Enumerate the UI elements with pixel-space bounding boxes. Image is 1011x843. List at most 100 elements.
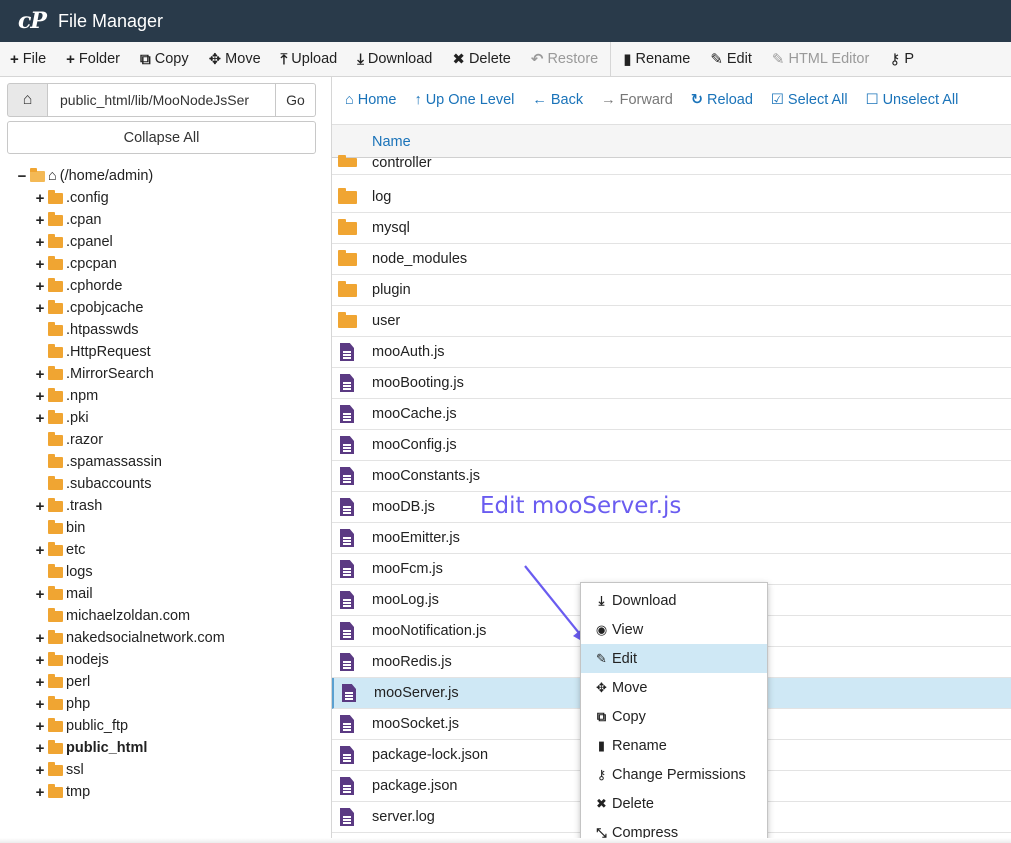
- context-menu-rename[interactable]: ▮ Rename: [581, 731, 767, 760]
- expand-icon[interactable]: +: [34, 740, 46, 757]
- home-path-button[interactable]: ⌂: [7, 83, 48, 117]
- expand-icon[interactable]: +: [34, 234, 46, 251]
- expand-icon[interactable]: +: [34, 696, 46, 713]
- tree-item-cpcpan[interactable]: + .cpcpan: [34, 253, 117, 275]
- table-row[interactable]: controller: [332, 151, 1011, 175]
- expand-icon[interactable]: +: [34, 586, 46, 603]
- tree-item-spamassassin[interactable]: .spamassassin: [34, 451, 162, 473]
- expand-icon[interactable]: +: [34, 366, 46, 383]
- context-menu-edit[interactable]: ✎ Edit: [581, 644, 767, 673]
- tree-item-htpasswds[interactable]: .htpasswds: [34, 319, 139, 341]
- table-row[interactable]: mooBooting.js: [332, 368, 1011, 399]
- expand-icon[interactable]: +: [34, 784, 46, 801]
- context-menu-copy[interactable]: ⧉ Copy: [581, 702, 767, 731]
- app-title: File Manager: [57, 10, 163, 31]
- table-row[interactable]: mooFcm.js: [332, 554, 1011, 585]
- collapse-icon[interactable]: −: [16, 168, 28, 185]
- expand-icon[interactable]: +: [34, 762, 46, 779]
- cpanel-logo[interactable]: cP: [18, 8, 47, 34]
- expand-icon[interactable]: +: [34, 410, 46, 427]
- up-one-level-button[interactable]: ↑ Up One Level: [405, 77, 523, 123]
- tree-item-mirrorsearch[interactable]: + .MirrorSearch: [34, 363, 154, 385]
- table-row[interactable]: plugin: [332, 275, 1011, 306]
- expand-icon[interactable]: +: [34, 256, 46, 273]
- tree-item-config[interactable]: + .config: [34, 187, 109, 209]
- back-button[interactable]: ← Back: [523, 77, 592, 123]
- context-menu-change-permissions[interactable]: ⚷ Change Permissions: [581, 760, 767, 789]
- rename-button[interactable]: ▮ Rename: [613, 42, 700, 76]
- tree-item-tmp[interactable]: + tmp: [34, 781, 90, 803]
- tree-item-cpanel[interactable]: + .cpanel: [34, 231, 113, 253]
- table-row[interactable]: mooConstants.js: [332, 461, 1011, 492]
- context-menu-view[interactable]: ◉ View: [581, 615, 767, 644]
- tree-item-php[interactable]: + php: [34, 693, 90, 715]
- download-button[interactable]: ⤓ Download: [347, 42, 442, 76]
- tree-item-razor[interactable]: .razor: [34, 429, 103, 451]
- expand-icon[interactable]: +: [34, 278, 46, 295]
- go-button[interactable]: Go: [276, 83, 316, 117]
- tree-item-trash[interactable]: + .trash: [34, 495, 102, 517]
- expand-icon[interactable]: +: [34, 542, 46, 559]
- expand-icon[interactable]: +: [34, 652, 46, 669]
- table-row[interactable]: log: [332, 182, 1011, 213]
- table-row[interactable]: mooEmitter.js: [332, 523, 1011, 554]
- table-row[interactable]: mooCache.js: [332, 399, 1011, 430]
- forward-button[interactable]: → Forward: [592, 77, 682, 123]
- tree-item-public-html[interactable]: + public_html: [34, 737, 147, 759]
- tree-item-public-ftp[interactable]: + public_ftp: [34, 715, 128, 737]
- tree-item-httprequest[interactable]: .HttpRequest: [34, 341, 151, 363]
- reload-button[interactable]: ↻ Reload: [682, 77, 762, 123]
- table-row[interactable]: user: [332, 306, 1011, 337]
- new-file-button[interactable]: + File: [0, 42, 56, 76]
- table-row[interactable]: mooConfig.js: [332, 430, 1011, 461]
- edit-button[interactable]: ✎ Edit: [700, 42, 762, 76]
- tree-item-bin[interactable]: bin: [34, 517, 85, 539]
- tree-item-cpobjcache[interactable]: + .cpobjcache: [34, 297, 143, 319]
- tree-item-etc[interactable]: + etc: [34, 539, 85, 561]
- new-folder-button[interactable]: + Folder: [56, 42, 130, 76]
- context-menu-download[interactable]: ⤓ Download: [581, 586, 767, 615]
- html-editor-button[interactable]: ✎ HTML Editor: [762, 42, 879, 76]
- name-column-header[interactable]: Name: [372, 134, 411, 150]
- delete-button[interactable]: ✖ Delete: [442, 42, 521, 76]
- expand-icon[interactable]: +: [34, 388, 46, 405]
- move-button[interactable]: ✥ Move: [199, 42, 271, 76]
- restore-button[interactable]: ↶ Restore: [521, 42, 608, 76]
- tree-item-cphorde[interactable]: + .cphorde: [34, 275, 122, 297]
- tree-item-cpan[interactable]: + .cpan: [34, 209, 101, 231]
- tree-item-michaelzoldan-com[interactable]: michaelzoldan.com: [34, 605, 190, 627]
- expand-icon[interactable]: +: [34, 212, 46, 229]
- context-menu-move[interactable]: ✥ Move: [581, 673, 767, 702]
- copy-button[interactable]: ⧉ Copy: [130, 42, 199, 76]
- tree-item-ssl[interactable]: + ssl: [34, 759, 84, 781]
- context-menu-delete[interactable]: ✖ Delete: [581, 789, 767, 818]
- tree-item-nodejs[interactable]: + nodejs: [34, 649, 109, 671]
- tree-item-perl[interactable]: + perl: [34, 671, 90, 693]
- expand-icon[interactable]: +: [34, 630, 46, 647]
- tree-item-subaccounts[interactable]: .subaccounts: [34, 473, 151, 495]
- expand-icon[interactable]: +: [34, 498, 46, 515]
- path-input[interactable]: [48, 83, 276, 117]
- expand-icon[interactable]: +: [34, 300, 46, 317]
- expand-icon[interactable]: +: [34, 718, 46, 735]
- tree-item-home-admin[interactable]: − ⌂ (/home/admin): [16, 165, 153, 187]
- tree-item-nakedsocialnetwork-com[interactable]: + nakedsocialnetwork.com: [34, 627, 225, 649]
- permissions-button[interactable]: ⚷ P: [879, 42, 924, 76]
- expand-icon[interactable]: +: [34, 674, 46, 691]
- select-all-button[interactable]: ☑ Select All: [762, 77, 857, 123]
- home-button[interactable]: ⌂ Home: [336, 77, 405, 123]
- table-row[interactable]: mooAuth.js: [332, 337, 1011, 368]
- table-row[interactable]: node_modules: [332, 244, 1011, 275]
- unselect-all-button[interactable]: ☐ Unselect All: [857, 77, 968, 123]
- tree-item-npm[interactable]: + .npm: [34, 385, 98, 407]
- tree-item-logs[interactable]: logs: [34, 561, 93, 583]
- expand-icon[interactable]: +: [34, 190, 46, 207]
- collapse-all-button[interactable]: Collapse All: [7, 121, 316, 154]
- delete-icon: ✖: [452, 51, 465, 68]
- upload-button[interactable]: ⤒ Upload: [271, 42, 348, 76]
- table-row[interactable]: mysql: [332, 213, 1011, 244]
- folder-icon: [48, 233, 63, 248]
- tree-item-pki[interactable]: + .pki: [34, 407, 89, 429]
- tree-item-mail[interactable]: + mail: [34, 583, 93, 605]
- tree-item-label: tmp: [66, 784, 91, 800]
